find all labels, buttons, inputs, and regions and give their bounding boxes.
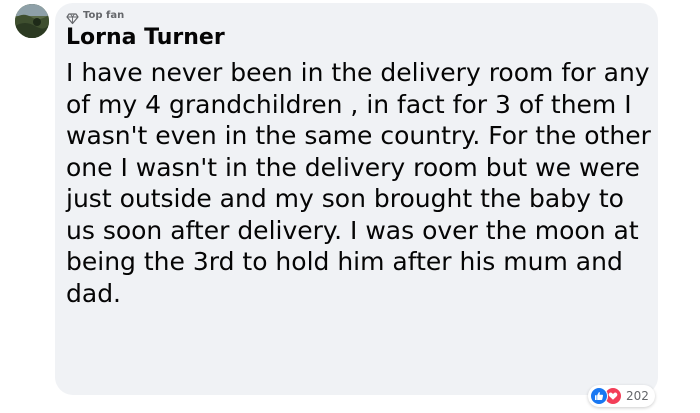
avatar-image — [15, 4, 49, 38]
avatar[interactable] — [15, 4, 49, 38]
author-name[interactable]: Lorna Turner — [66, 24, 225, 52]
top-fan-badge: Top fan — [66, 9, 125, 24]
like-icon — [590, 387, 608, 405]
comment-bubble: Top fan Lorna Turner I have never been i… — [55, 3, 658, 395]
comment-text: I have never been in the delivery room f… — [66, 58, 651, 308]
comment-container: Top fan Lorna Turner I have never been i… — [0, 0, 700, 413]
diamond-icon — [66, 10, 79, 24]
reaction-count: 202 — [626, 389, 649, 403]
badge-label: Top fan — [83, 10, 125, 21]
reactions-summary[interactable]: 202 — [588, 385, 655, 407]
